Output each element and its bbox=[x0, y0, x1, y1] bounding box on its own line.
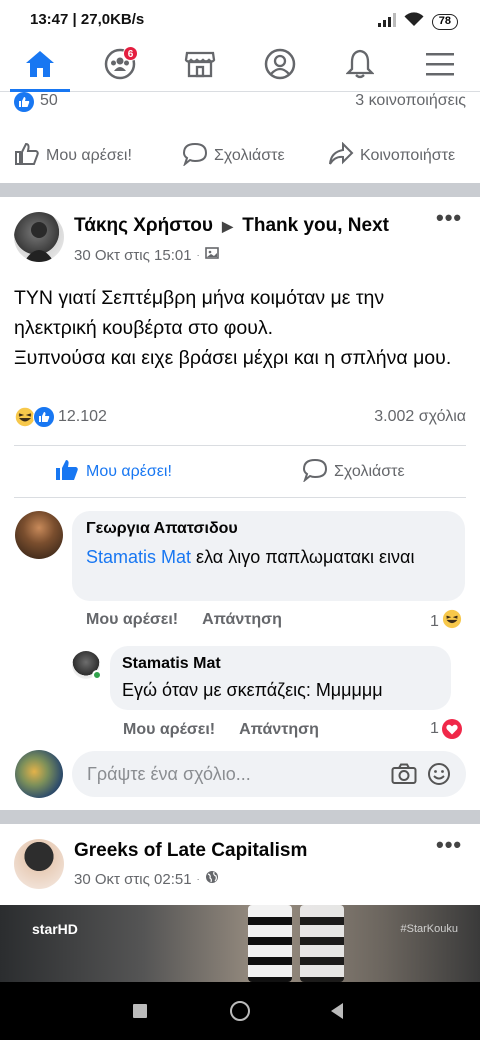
reactions-count[interactable]: 12.102 bbox=[58, 408, 107, 426]
post-author-avatar[interactable] bbox=[14, 212, 64, 262]
commenter-avatar[interactable] bbox=[15, 511, 63, 559]
comment-reply-button[interactable]: Απάντηση bbox=[202, 611, 282, 629]
nav-home[interactable] bbox=[16, 44, 64, 88]
back-icon[interactable] bbox=[330, 1002, 344, 1025]
comment-button[interactable]: Σχολιάστε bbox=[302, 458, 405, 487]
online-status-dot bbox=[92, 670, 102, 680]
thumbs-up-filled-icon bbox=[54, 458, 80, 487]
heart-reaction-icon bbox=[441, 719, 462, 739]
signal-icon bbox=[377, 12, 396, 32]
comment-reactions[interactable]: 1 bbox=[430, 609, 462, 634]
nav-notifications[interactable] bbox=[336, 44, 384, 88]
comment-input-placeholder: Γράψτε ένα σχόλιο... bbox=[87, 764, 251, 784]
arrow-right-icon: ▶ bbox=[222, 218, 233, 234]
video-channel-logo: starHD bbox=[32, 921, 78, 937]
prev-comment-button[interactable]: Σχολιάστε bbox=[182, 142, 285, 171]
prev-like-button[interactable]: Μου αρέσει! bbox=[14, 142, 132, 171]
reply-like-button[interactable]: Μου αρέσει! bbox=[123, 721, 215, 739]
wifi-icon bbox=[404, 12, 424, 32]
comment-bubble: Γεωργια Απατσιδου Stamatis Mat ελα λιγο … bbox=[72, 511, 465, 601]
like-reaction-icon bbox=[33, 406, 55, 428]
top-nav: 6 bbox=[0, 40, 480, 92]
prev-post-actions: Μου αρέσει! Σχολιάστε Κοινοποιήστε bbox=[0, 136, 480, 176]
post-text-paragraph: Ξυπνούσα και ειχε βράσει μέχρι και η σπλ… bbox=[14, 347, 452, 369]
like-reaction-icon bbox=[14, 92, 34, 112]
next-post-timestamp[interactable]: 30 Οκτ στις 02:51 bbox=[74, 871, 192, 888]
prev-post-reactions: 50 3 κοινοποιήσεις bbox=[0, 92, 480, 114]
system-navigation bbox=[0, 982, 480, 1040]
prev-share-button[interactable]: Κοινοποιήστε bbox=[328, 141, 455, 171]
home-icon bbox=[24, 49, 56, 84]
thumbs-up-icon bbox=[14, 142, 40, 171]
globe-icon bbox=[205, 870, 219, 888]
comment-input[interactable]: Γράψτε ένα σχόλιο... bbox=[72, 751, 466, 797]
actions-divider bbox=[14, 445, 466, 446]
comment-author[interactable]: Γεωργια Απατσιδου bbox=[86, 520, 238, 538]
post-reactions[interactable]: 12.102 3.002 σχόλια bbox=[0, 406, 480, 430]
share-icon bbox=[328, 141, 354, 171]
nav-groups[interactable]: 6 bbox=[96, 44, 144, 88]
battery-indicator: 78 bbox=[431, 14, 458, 30]
camera-icon[interactable] bbox=[391, 763, 417, 790]
nav-menu[interactable] bbox=[416, 44, 464, 88]
post-author-name[interactable]: Τάκης Χρήστου bbox=[74, 215, 213, 236]
reply-text: Εγώ όταν με σκεπάζεις: Μμμμμμ bbox=[122, 680, 383, 700]
group-privacy-icon bbox=[204, 246, 219, 264]
post-video[interactable]: starHD #StarKouku bbox=[0, 905, 480, 982]
menu-icon bbox=[425, 51, 455, 82]
home-button-icon[interactable] bbox=[230, 1001, 250, 1021]
post-body: ΤΥΝ γιατί Σεπτέμβρη μήνα κοιμόταν με την… bbox=[14, 283, 469, 373]
post-options-icon[interactable]: ••• bbox=[436, 205, 462, 231]
comment-mention[interactable]: Stamatis Mat bbox=[86, 547, 191, 567]
profile-icon bbox=[264, 48, 296, 85]
bell-icon bbox=[345, 48, 375, 85]
next-post-avatar[interactable] bbox=[14, 839, 64, 889]
nav-profile[interactable] bbox=[256, 44, 304, 88]
post-text-paragraph: ΤΥΝ γιατί Σεπτέμβρη μήνα κοιμόταν με την… bbox=[14, 287, 385, 339]
video-hashtag: #StarKouku bbox=[400, 923, 458, 935]
prev-like-count[interactable]: 50 bbox=[40, 92, 58, 110]
post-timestamp[interactable]: 30 Οκτ στις 15:01 bbox=[74, 247, 192, 264]
comment-icon bbox=[302, 458, 328, 487]
next-post-options-icon[interactable]: ••• bbox=[436, 832, 462, 858]
reply-reactions[interactable]: 1 bbox=[430, 719, 462, 739]
comment-text: Stamatis Mat ελα λιγο παπλωματακι ειναι bbox=[86, 547, 415, 567]
groups-badge: 6 bbox=[123, 46, 138, 61]
post-group-name[interactable]: Thank you, Next bbox=[242, 215, 389, 236]
reply-bubble: Stamatis Mat Εγώ όταν με σκεπάζεις: Μμμμ… bbox=[110, 646, 451, 710]
post-separator bbox=[0, 183, 480, 197]
like-button[interactable]: Μου αρέσει! bbox=[54, 458, 172, 487]
haha-reaction-icon bbox=[442, 609, 462, 634]
reply-reply-button[interactable]: Απάντηση bbox=[239, 721, 319, 739]
comments-divider bbox=[14, 497, 466, 498]
post-actions: Μου αρέσει! Σχολιάστε bbox=[0, 452, 480, 492]
post-separator bbox=[0, 810, 480, 824]
post-text: ΤΥΝ γιατί Σεπτέμβρη μήνα κοιμόταν με την… bbox=[14, 283, 469, 373]
next-post-author[interactable]: Greeks of Late Capitalism bbox=[74, 840, 307, 862]
comment-icon bbox=[182, 142, 208, 171]
recent-apps-icon[interactable] bbox=[133, 1004, 147, 1018]
reply-author[interactable]: Stamatis Mat bbox=[122, 655, 221, 673]
comments-count[interactable]: 3.002 σχόλια bbox=[374, 408, 466, 426]
comment-like-button[interactable]: Μου αρέσει! bbox=[86, 611, 178, 629]
nav-marketplace[interactable] bbox=[176, 44, 224, 88]
status-time: 13:47 | 27,0KB/s bbox=[30, 11, 145, 28]
status-bar: 13:47 | 27,0KB/s 78 bbox=[0, 0, 480, 40]
prev-share-count[interactable]: 3 κοινοποιήσεις bbox=[355, 92, 466, 110]
emoji-icon[interactable] bbox=[427, 762, 451, 791]
marketplace-icon bbox=[184, 49, 216, 84]
current-user-avatar[interactable] bbox=[15, 750, 63, 798]
